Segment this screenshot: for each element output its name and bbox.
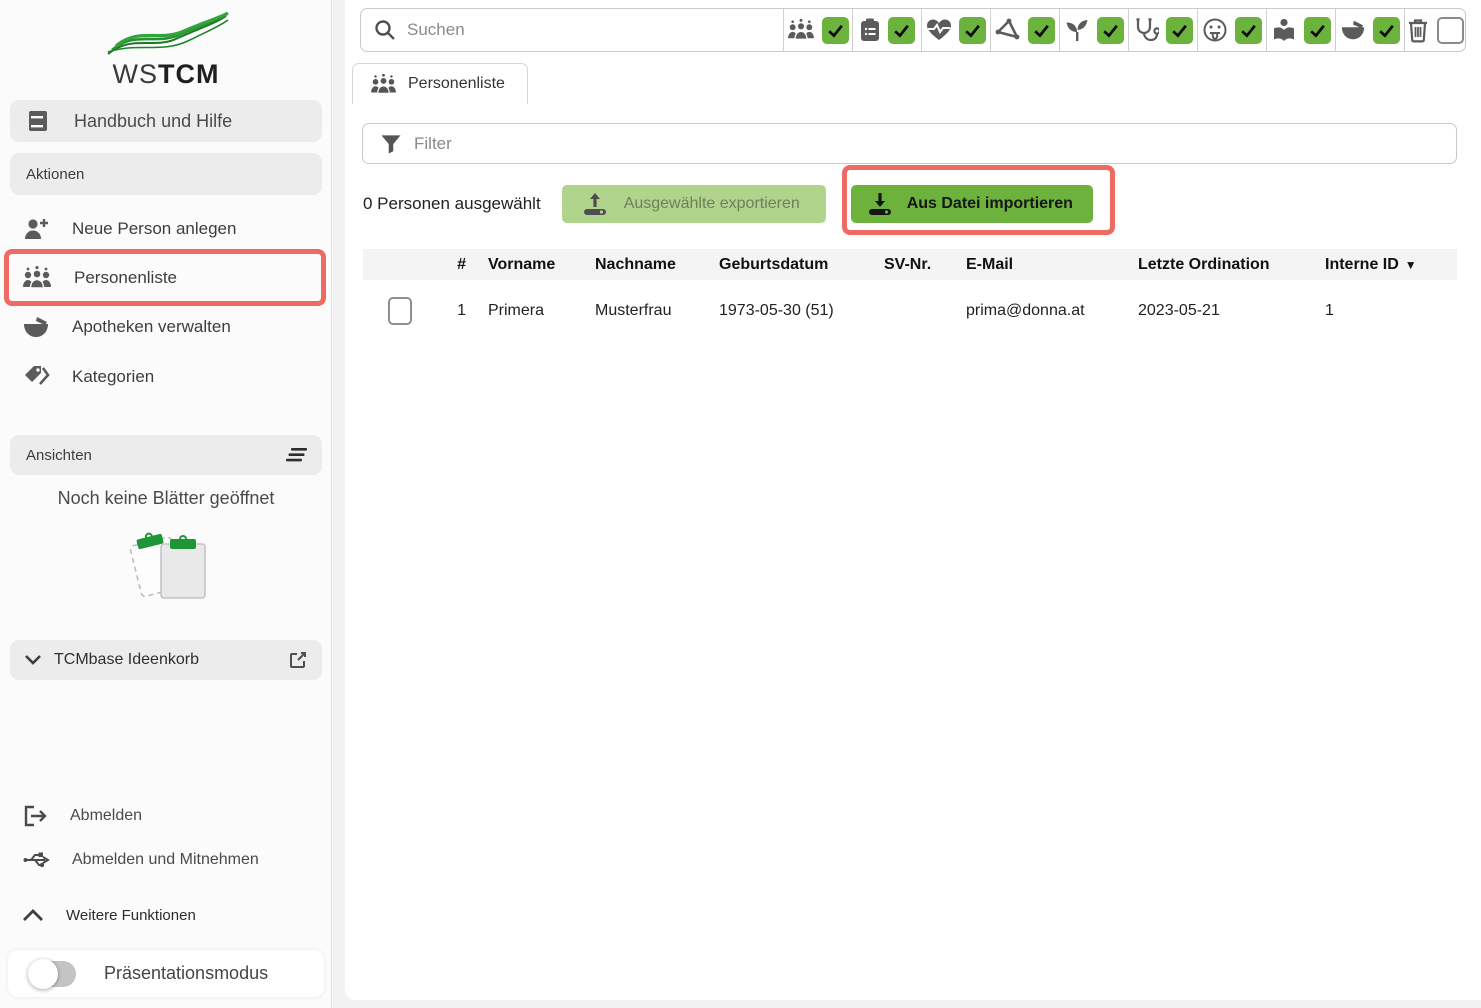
filter-checkbox-pharmacy[interactable] (1373, 17, 1400, 44)
header-interne-id[interactable]: Interne ID▼ (1303, 256, 1457, 274)
header-num[interactable]: # (423, 256, 466, 274)
import-from-file-button[interactable]: Aus Datei importieren (851, 185, 1093, 223)
reader-icon (1271, 18, 1297, 42)
mortar-icon (1340, 18, 1366, 42)
filter-group-pharmacy[interactable] (1335, 8, 1404, 52)
app-logo: WSTCM (0, 12, 332, 90)
table-row[interactable]: 1 Primera Musterfrau 1973-05-30 (51) pri… (363, 280, 1457, 342)
funnel-icon (363, 134, 414, 154)
tab-bar: Personenliste (345, 52, 1481, 104)
search-icon (361, 18, 407, 42)
filter-group-persons[interactable] (783, 8, 852, 52)
header-vorname[interactable]: Vorname (466, 256, 573, 274)
filter-checkbox-persons[interactable] (822, 17, 849, 44)
cell-geburtsdatum: 1973-05-30 (51) (697, 302, 862, 320)
header-geburtsdatum[interactable]: Geburtsdatum (697, 256, 862, 274)
sidebar: WSTCM Handbuch und Hilfe Aktionen Neue P… (0, 0, 332, 1008)
ideenkorb-label: TCMbase Ideenkorb (54, 651, 199, 669)
people-group-icon (22, 265, 52, 291)
logout-button[interactable]: Abmelden (0, 798, 332, 834)
header-email[interactable]: E-Mail (944, 256, 1116, 274)
cell-vorname: Primera (466, 302, 573, 320)
clipboard-icon (859, 17, 881, 43)
logout-take-button[interactable]: Abmelden und Mitnehmen (0, 842, 332, 878)
person-plus-icon (22, 216, 50, 242)
presentation-mode-toggle[interactable] (30, 961, 76, 987)
filter-group-diagnosis[interactable] (1128, 8, 1197, 52)
filter-group-tongue[interactable] (1197, 8, 1266, 52)
logo-text: WSTCM (0, 59, 332, 90)
action-row: 0 Personen ausgewählt Ausgewählte export… (345, 185, 1481, 223)
cell-nachname: Musterfrau (573, 302, 697, 320)
cell-interne-id: 1 (1303, 302, 1457, 320)
filter-checkbox-herbs[interactable] (1097, 17, 1124, 44)
people-group-icon (787, 18, 815, 42)
trash-group[interactable] (1404, 8, 1465, 52)
sort-desc-icon: ▼ (1405, 258, 1417, 272)
table-header-row: # Vorname Nachname Geburtsdatum SV-Nr. E… (363, 249, 1457, 280)
stethoscope-icon (1133, 17, 1159, 43)
filter-checkbox-education[interactable] (1304, 17, 1331, 44)
heart-pulse-icon (926, 18, 952, 42)
filter-bar (362, 123, 1457, 164)
search-input[interactable] (407, 20, 783, 40)
sidebar-item-personenliste[interactable]: Personenliste (0, 253, 332, 302)
filter-group-points[interactable] (990, 8, 1059, 52)
help-label: Handbuch und Hilfe (74, 111, 232, 132)
chevron-up-icon (22, 909, 44, 922)
logo-swoosh-icon (102, 12, 230, 58)
sidebar-item-apotheken[interactable]: Apotheken verwalten (0, 302, 332, 351)
filter-group-education[interactable] (1266, 8, 1335, 52)
help-button[interactable]: Handbuch und Hilfe (10, 100, 322, 142)
view-lines-icon[interactable] (286, 447, 308, 463)
usb-icon (22, 849, 50, 871)
upload-icon (582, 191, 608, 217)
filter-checkbox-vitals[interactable] (959, 17, 986, 44)
filter-checkbox-tongue[interactable] (1235, 17, 1262, 44)
filter-input[interactable] (414, 134, 1456, 154)
tags-icon (22, 364, 50, 390)
trash-icon[interactable] (1406, 17, 1430, 43)
header-letzte-ordination[interactable]: Letzte Ordination (1116, 256, 1303, 274)
section-aktionen: Aktionen (10, 153, 322, 195)
people-group-icon (370, 73, 397, 96)
header-nachname[interactable]: Nachname (573, 256, 697, 274)
filter-checkbox-anamnesis[interactable] (888, 17, 915, 44)
logout-icon (22, 804, 48, 828)
chevron-down-icon[interactable] (24, 654, 42, 666)
presentation-mode-label: Präsentationsmodus (104, 963, 268, 984)
clipboards-illustration (0, 526, 332, 602)
presentation-mode-row: Präsentationsmodus (8, 950, 324, 997)
cell-letzte-ordination: 2023-05-21 (1116, 302, 1303, 320)
more-functions-button[interactable]: Weitere Funktionen (0, 897, 332, 933)
filter-checkbox-points[interactable] (1028, 17, 1055, 44)
section-ansichten: Ansichten (10, 435, 322, 475)
external-link-icon[interactable] (288, 650, 308, 670)
points-network-icon (995, 18, 1021, 42)
cell-num: 1 (423, 302, 466, 320)
header-sv-nr[interactable]: SV-Nr. (862, 256, 944, 274)
filter-group-herbs[interactable] (1059, 8, 1128, 52)
book-icon (26, 108, 52, 134)
selection-status: 0 Personen ausgewählt (363, 194, 541, 214)
cell-email: prima@donna.at (944, 302, 1116, 320)
filter-group-vitals[interactable] (921, 8, 990, 52)
ideenkorb-row[interactable]: TCMbase Ideenkorb (10, 640, 322, 680)
tab-personenliste[interactable]: Personenliste (352, 63, 528, 104)
row-checkbox[interactable] (388, 297, 412, 325)
sprout-icon (1064, 18, 1090, 42)
mortar-icon (22, 314, 50, 340)
search-toolbar (360, 8, 1466, 52)
sidebar-item-kategorien[interactable]: Kategorien (0, 352, 332, 401)
views-empty-text: Noch keine Blätter geöffnet (0, 488, 332, 509)
filter-group-anamnesis[interactable] (852, 8, 921, 52)
filter-checkbox-diagnosis[interactable] (1166, 17, 1193, 44)
trash-checkbox[interactable] (1437, 17, 1464, 44)
persons-table: # Vorname Nachname Geburtsdatum SV-Nr. E… (363, 249, 1457, 342)
download-icon (867, 191, 893, 217)
export-selected-button[interactable]: Ausgewählte exportieren (562, 185, 826, 223)
tongue-face-icon (1202, 17, 1228, 43)
main-panel: Personenliste 0 Personen ausgewählt Ausg… (345, 0, 1481, 1000)
sidebar-item-neue-person[interactable]: Neue Person anlegen (0, 204, 332, 253)
